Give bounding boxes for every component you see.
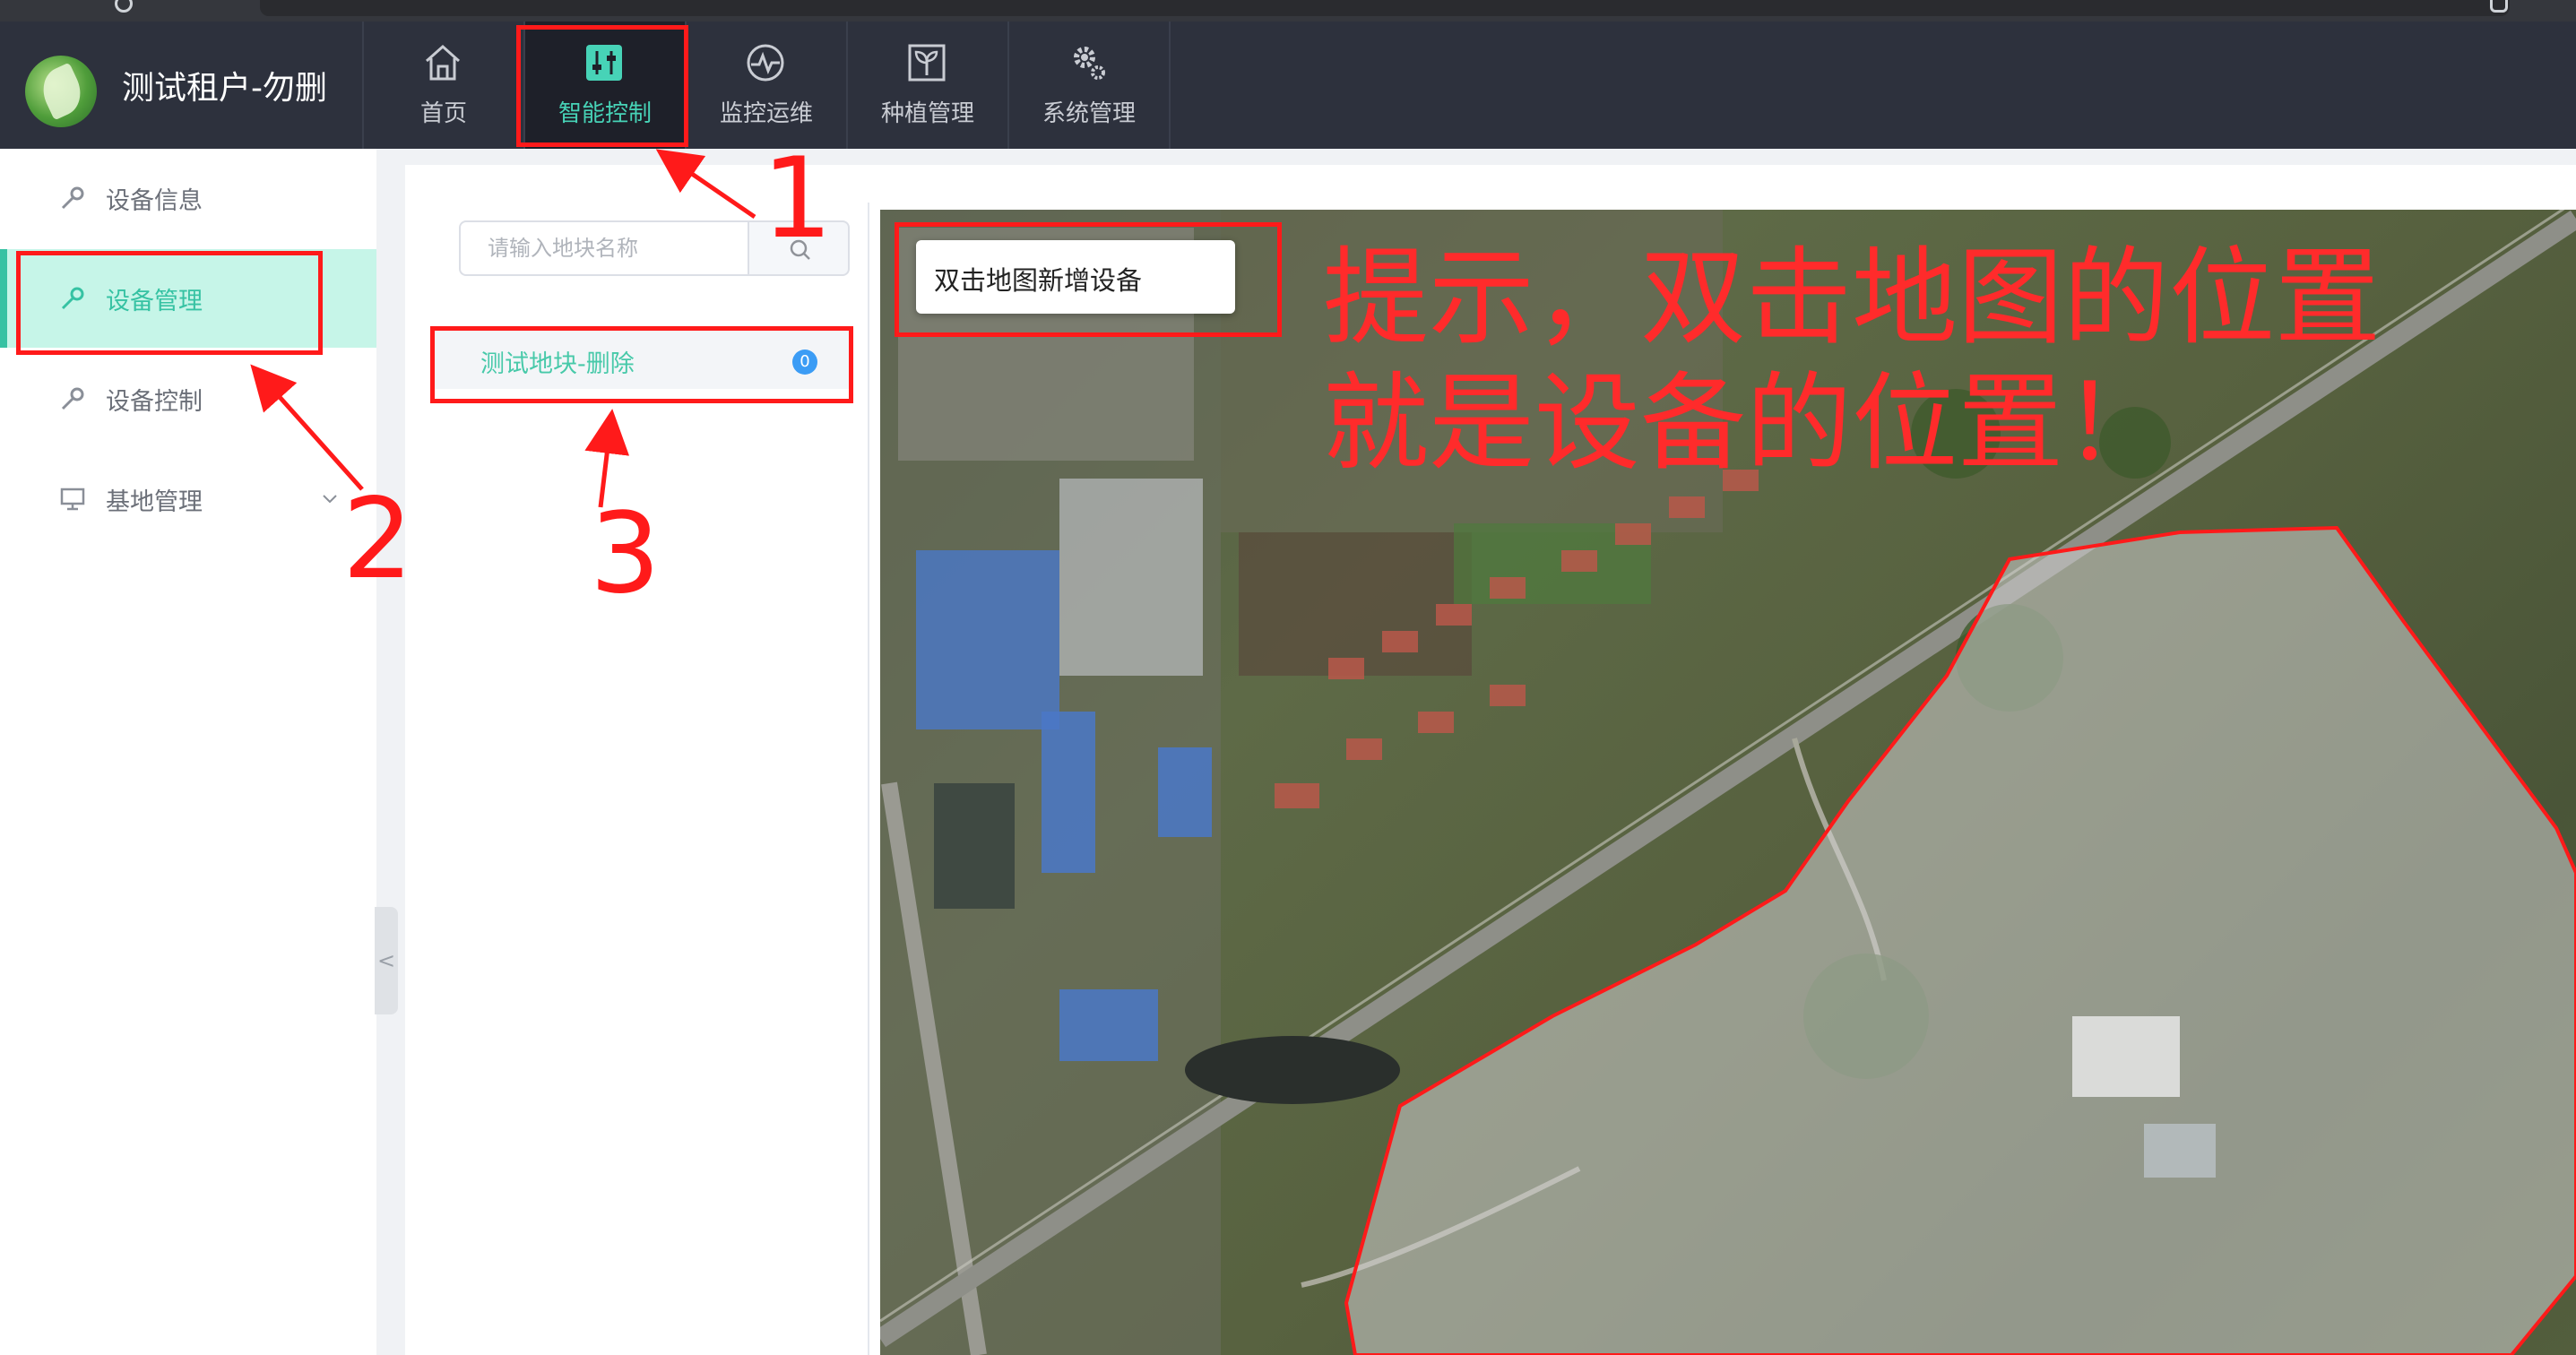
nav-tab-system[interactable]: 系统管理 — [1009, 22, 1171, 149]
monitor-pulse-icon — [747, 44, 784, 82]
wrench-icon — [61, 186, 84, 210]
annotation-number-3: 3 — [590, 489, 661, 618]
plant-icon — [908, 44, 946, 82]
nav-tab-planting[interactable]: 种植管理 — [848, 22, 1009, 149]
top-navigation: 测试租户-勿删 首页 智能控制 监控运维 种植管理 系统管理 — [0, 22, 2576, 149]
annotation-box-sidebar-item — [16, 251, 323, 355]
nav-tab-label: 种植管理 — [880, 100, 974, 127]
annotation-hint-line-1: 提示，双击地图的位置 — [1323, 236, 2382, 359]
sidebar-item-base-management[interactable]: 基地管理 — [0, 450, 376, 548]
sidebar-item-device-info[interactable]: 设备信息 — [0, 149, 376, 247]
browser-refresh-icon[interactable] — [115, 0, 133, 13]
sidebar-item-label: 基地管理 — [106, 488, 203, 516]
active-indicator — [0, 249, 7, 348]
sidebar-item-label: 设备控制 — [106, 388, 203, 416]
annotation-hint-line-2: 就是设备的位置！ — [1323, 361, 2170, 485]
sidebar-item-device-control[interactable]: 设备控制 — [0, 350, 376, 448]
home-icon — [426, 44, 460, 81]
brand: 测试租户-勿删 — [0, 22, 364, 149]
wrench-icon — [61, 387, 84, 410]
sidebar-collapse-button[interactable]: < — [375, 907, 398, 1014]
nav-tab-label: 系统管理 — [1042, 100, 1136, 127]
extension-icon[interactable] — [2490, 0, 2508, 13]
nav-tab-home[interactable]: 首页 — [364, 22, 525, 149]
app-title: 测试租户-勿删 — [122, 70, 327, 107]
annotation-number-1: 1 — [762, 134, 833, 263]
address-bar[interactable] — [260, 0, 2510, 16]
browser-toolbar — [0, 0, 2576, 22]
annotation-box-tooltip — [895, 222, 1282, 337]
sidebar-item-label: 设备信息 — [106, 187, 203, 215]
annotation-box-nav-tab — [516, 25, 688, 147]
annotation-box-plot-item — [430, 326, 853, 403]
nav-tab-label: 监控运维 — [719, 100, 813, 127]
nav-tab-label: 首页 — [419, 100, 467, 127]
plot-search-input[interactable] — [459, 220, 748, 276]
chevron-down-icon[interactable] — [319, 488, 341, 509]
gears-icon — [1074, 47, 1105, 80]
annotation-number-2: 2 — [342, 475, 413, 604]
app-logo — [25, 56, 97, 127]
panel-divider — [868, 203, 869, 1355]
monitor-icon — [60, 488, 85, 511]
nav-tab-monitoring[interactable]: 监控运维 — [687, 22, 848, 149]
